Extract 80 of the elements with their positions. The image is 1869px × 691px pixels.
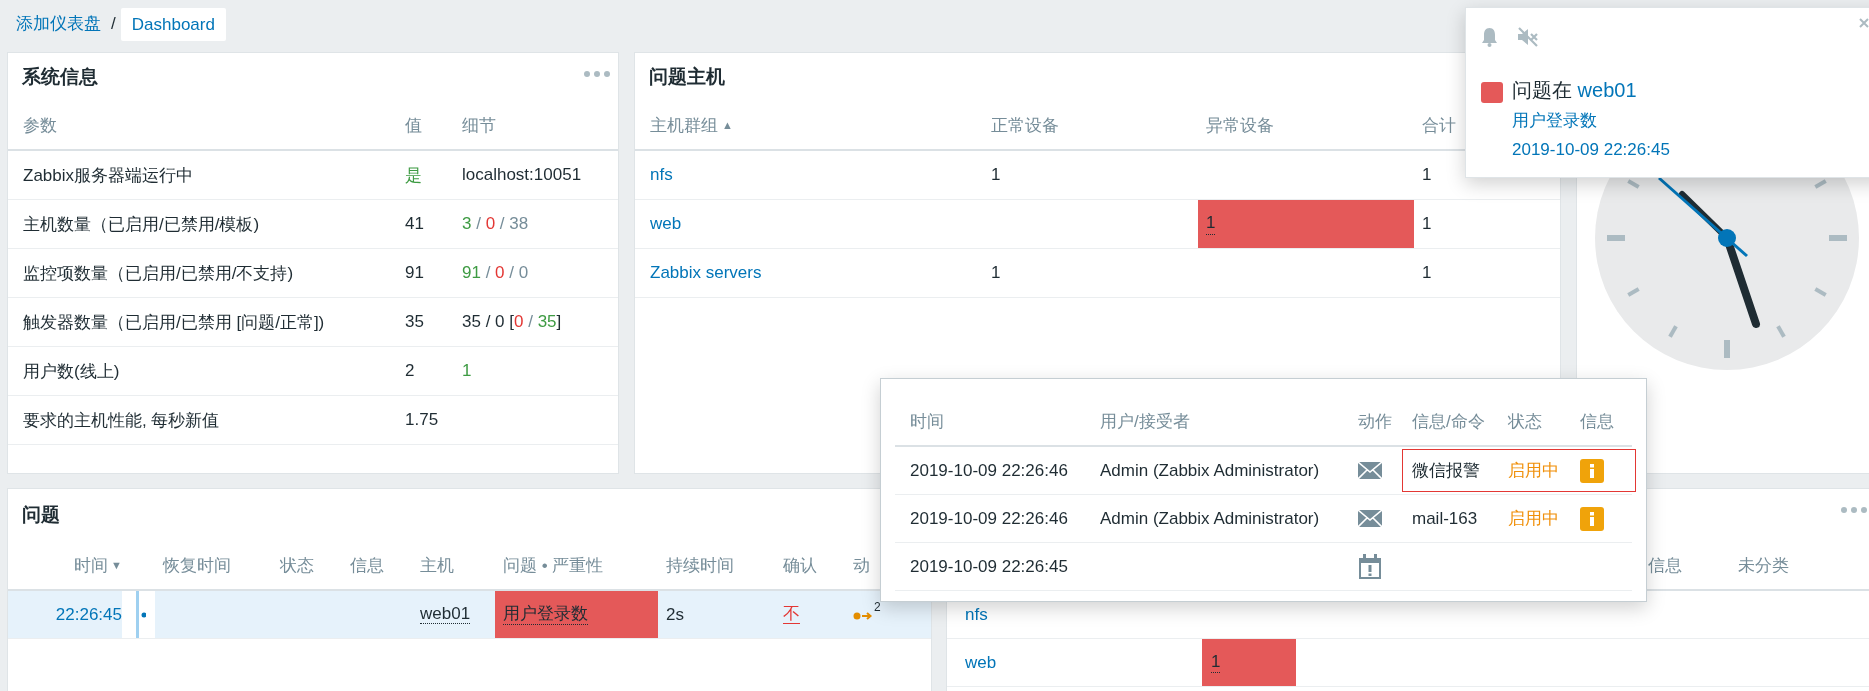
status-text: 启用中 bbox=[1508, 460, 1559, 482]
problem-count-cell[interactable]: 1 bbox=[1202, 639, 1296, 686]
table-cell-text: 1 bbox=[1421, 165, 1433, 185]
table-cell-text: 3 / 0 / 38 bbox=[462, 214, 530, 234]
column-header: 恢复时间 bbox=[163, 554, 231, 577]
breadcrumb-current[interactable]: Dashboard bbox=[120, 8, 226, 41]
table-cell: 1 bbox=[991, 263, 1001, 282]
table-cell-text: 主机数量（已启用/已禁用/模板) bbox=[23, 213, 261, 236]
column-header: 时间 bbox=[909, 411, 945, 433]
host-group-link[interactable]: web bbox=[947, 652, 1202, 673]
table-cell-text: 监控项数量（已启用/已禁用/不支持) bbox=[23, 262, 295, 285]
column-header: 持续时间 bbox=[666, 554, 734, 577]
column-header: 用户/接受者 bbox=[1100, 411, 1191, 433]
column-header: 信息/命令 bbox=[1412, 411, 1486, 433]
column-header: 问题 • 严重性 bbox=[503, 554, 604, 577]
widget-title: 问题 bbox=[22, 503, 60, 527]
column-header: 状态 bbox=[280, 554, 314, 577]
column-header: 主机 bbox=[420, 554, 454, 577]
column-header: 信息 bbox=[350, 554, 384, 577]
widget-title: 系统信息 bbox=[22, 65, 98, 89]
acknowledge-link[interactable]: 不 bbox=[783, 604, 800, 625]
table-cell-text: 2019-10-09 22:26:46 bbox=[909, 508, 1069, 529]
sort-indicator: ▲ bbox=[722, 119, 733, 131]
host-group-link[interactable]: web bbox=[635, 214, 983, 234]
table-cell-text: 2019-10-09 22:26:46 bbox=[909, 460, 1069, 481]
table-cell-text: 1 bbox=[1421, 214, 1433, 234]
table-cell-text: 91 / 0 / 0 bbox=[462, 263, 530, 283]
table-cell: Admin (Zabbix Administrator) bbox=[1100, 508, 1320, 529]
table-cell-text: 91 bbox=[405, 263, 425, 283]
widget-title: 问题主机 bbox=[649, 65, 725, 89]
host-group-link[interactable]: nfs bbox=[635, 165, 983, 185]
table-cell-text: 35 / 0 [0 / 35] bbox=[462, 312, 563, 332]
table-cell-text: 1 bbox=[462, 361, 473, 381]
table-cell: Admin (Zabbix Administrator) bbox=[1100, 460, 1320, 481]
host-group-link[interactable]: nfs bbox=[947, 604, 1202, 625]
column-header: 信息 bbox=[1580, 411, 1615, 433]
table-cell-text: 2s bbox=[665, 604, 685, 625]
table-cell-text: 1.75 bbox=[405, 410, 440, 430]
column-header: 参数 bbox=[23, 114, 58, 137]
problem-cell[interactable]: 用户登录数 bbox=[495, 591, 658, 638]
sort-indicator: ▼ bbox=[111, 559, 122, 571]
column-header: 细节 bbox=[462, 114, 497, 137]
table-cell-text: 触发器数量（已启用/已禁用 [问题/正常]) bbox=[23, 311, 326, 334]
breadcrumb-link[interactable]: 添加仪表盘 bbox=[16, 8, 101, 40]
column-header: 信息 bbox=[1647, 554, 1683, 577]
column-header: 动作 bbox=[1358, 411, 1393, 433]
table-cell-text: Zabbix服务器端运行中 bbox=[23, 164, 195, 187]
column-header: 未分类 bbox=[1737, 554, 1790, 577]
table-cell-text: 35 bbox=[405, 312, 425, 332]
table-cell-text: 2 bbox=[405, 361, 416, 381]
status-text: 启用中 bbox=[1508, 508, 1559, 530]
problem-link[interactable]: 用户登录数 bbox=[1512, 106, 1597, 135]
column-header: 状态 bbox=[1508, 411, 1543, 433]
table-cell-text: 用户数(线上) bbox=[23, 360, 121, 383]
column-header: 动 bbox=[853, 554, 870, 577]
table-cell-text: 要求的主机性能, 每秒新值 bbox=[23, 409, 221, 432]
table-cell-text: localhost:10051 bbox=[462, 165, 583, 185]
column-header: 正常设备 bbox=[991, 114, 1059, 137]
column-header[interactable]: 时间 bbox=[74, 553, 109, 577]
column-header: 值 bbox=[405, 114, 423, 137]
table-cell-text: 1 bbox=[1421, 263, 1433, 283]
column-header: 合计 bbox=[1422, 114, 1456, 137]
column-header[interactable]: 主机群组 bbox=[650, 113, 718, 137]
time-link[interactable]: 22:26:45 bbox=[55, 604, 122, 624]
host-name[interactable]: web01 bbox=[420, 604, 471, 625]
notification-title: 问题在 web01 bbox=[1512, 78, 1638, 103]
table-cell-text: 微信报警 bbox=[1412, 460, 1480, 482]
table-cell: 1 bbox=[991, 165, 1001, 184]
table-cell-text: 41 bbox=[405, 214, 425, 234]
time-link[interactable]: 2019-10-09 22:26:45 bbox=[1512, 135, 1670, 164]
host-group-link[interactable]: Zabbix servers bbox=[635, 263, 983, 283]
table-cell-text: 是 bbox=[405, 164, 423, 187]
column-header: 异常设备 bbox=[1206, 114, 1274, 137]
host-link[interactable]: web01 bbox=[1577, 79, 1637, 101]
column-header: 确认 bbox=[783, 554, 817, 577]
breadcrumb-separator: / bbox=[111, 13, 116, 35]
table-cell: mail-163 bbox=[1412, 508, 1478, 529]
problem-count-cell[interactable]: 1 bbox=[1198, 200, 1414, 248]
table-cell-text: 2019-10-09 22:26:45 bbox=[909, 556, 1069, 577]
action-count: 2 bbox=[874, 601, 881, 613]
